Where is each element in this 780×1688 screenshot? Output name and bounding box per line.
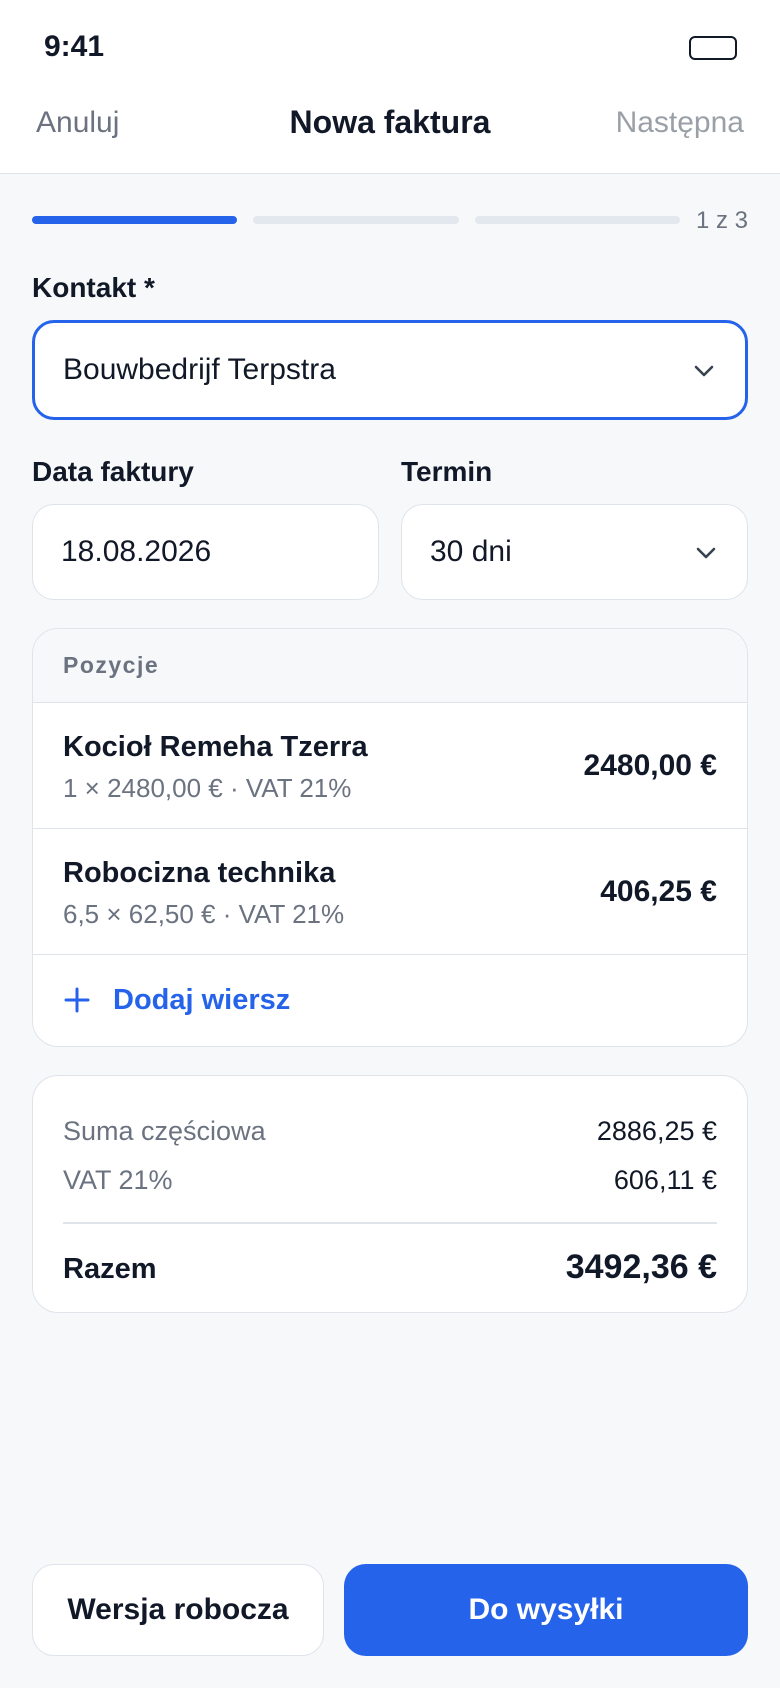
ready-to-send-button[interactable]: Do wysyłki [344, 1564, 748, 1656]
invoice-date-label: Data faktury [32, 456, 194, 487]
status-time: 9:41 [44, 30, 105, 63]
item-meta: 6,5 × 62,50 € · VAT 21% [63, 899, 345, 929]
item-name: Robocizna technika [63, 857, 336, 889]
item-amount: 2480,00 € [583, 749, 717, 782]
battery-icon [689, 36, 737, 60]
progress-step-3 [474, 216, 680, 224]
vat-label: VAT 21% [63, 1165, 173, 1195]
top-bar: 9:41 Anuluj Nowa faktura Następna [0, 0, 780, 174]
step-progress [32, 216, 680, 224]
list-item[interactable]: Kocioł Remeha Tzerra 1 × 2480,00 € · VAT… [33, 703, 747, 829]
total-row: Razem 3492,36 € [63, 1248, 717, 1287]
progress-step-2 [253, 216, 459, 224]
term-label: Termin [401, 456, 493, 487]
vat-row: VAT 21% 606,11 € [63, 1165, 717, 1196]
step-counter: 1 z 3 [695, 207, 748, 234]
subtotal-row: Suma częściowa 2886,25 € [63, 1116, 717, 1147]
next-button[interactable]: Następna [616, 106, 744, 140]
subtotal-label: Suma częściowa [63, 1116, 266, 1146]
item-amount: 406,25 € [600, 875, 717, 908]
contact-label: Kontakt * [32, 272, 155, 303]
add-row-label: Dodaj wiersz [113, 983, 291, 1016]
totals-divider [63, 1222, 717, 1224]
add-row-button[interactable]: Dodaj wiersz [33, 955, 747, 1045]
vat-value: 606,11 € [613, 1165, 717, 1195]
term-value: 30 dni [430, 535, 512, 568]
chevron-down-icon [695, 542, 717, 564]
contact-value: Bouwbedrijf Terpstra [63, 353, 336, 386]
save-draft-button[interactable]: Wersja robocza [32, 1564, 324, 1656]
term-select[interactable]: 30 dni [401, 504, 748, 600]
invoice-screen: 9:41 Anuluj Nowa faktura Następna 1 z 3 … [0, 0, 780, 1688]
list-item[interactable]: Robocizna technika 6,5 × 62,50 € · VAT 2… [33, 829, 747, 955]
line-items-header: Pozycje [33, 629, 747, 703]
item-name: Kocioł Remeha Tzerra [63, 731, 368, 763]
invoice-date-field[interactable]: 18.08.2026 [32, 504, 379, 600]
progress-step-1 [32, 216, 238, 224]
line-items-card: Pozycje Kocioł Remeha Tzerra 1 × 2480,00… [32, 628, 748, 1047]
chevron-down-icon [693, 360, 715, 382]
subtotal-value: 2886,25 € [596, 1116, 717, 1146]
totals-card: Suma częściowa 2886,25 € VAT 21% 606,11 … [32, 1075, 748, 1313]
invoice-date-value: 18.08.2026 [61, 535, 212, 568]
contact-select[interactable]: Bouwbedrijf Terpstra [32, 320, 748, 420]
item-meta: 1 × 2480,00 € · VAT 21% [63, 773, 352, 803]
total-label: Razem [63, 1253, 157, 1285]
total-value: 3492,36 € [565, 1248, 717, 1286]
plus-icon [63, 986, 91, 1014]
